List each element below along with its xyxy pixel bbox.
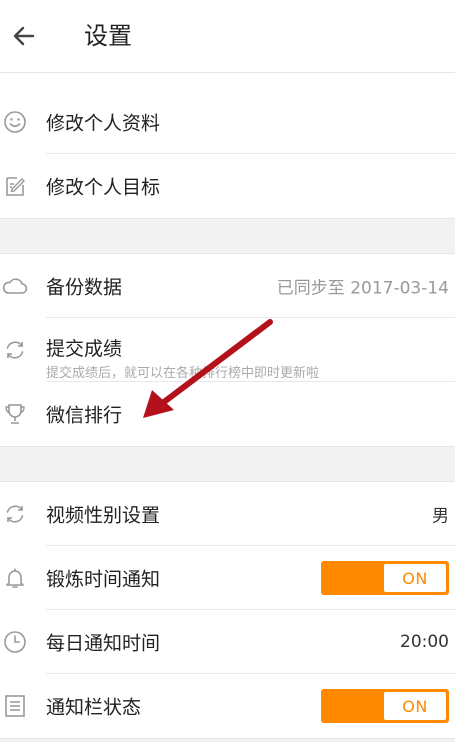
smiley-face-icon	[2, 109, 28, 135]
submit-score-label: 提交成绩	[46, 338, 123, 360]
edit-profile-label: 修改个人资料	[46, 112, 161, 135]
edit-profile-row[interactable]: 修改个人资料	[0, 90, 455, 154]
notification-bar-row: 通知栏状态 ON	[0, 674, 455, 738]
workout-notify-row: 锻炼时间通知 ON	[0, 546, 455, 610]
notification-bar-toggle[interactable]: ON	[321, 689, 449, 723]
edit-goal-label: 修改个人目标	[46, 176, 161, 199]
toggle-state-label: ON	[384, 692, 446, 720]
edit-goal-row[interactable]: 修改个人目标	[0, 154, 455, 218]
clock-icon	[2, 629, 28, 655]
top-spacer	[0, 73, 455, 90]
submit-score-hint: 提交成绩后，就可以在各种排行榜中即时更新啦	[46, 366, 320, 381]
sync-icon	[2, 337, 28, 363]
cloud-icon	[2, 273, 28, 299]
list-icon	[2, 693, 28, 719]
data-section: 备份数据 已同步至 2017-03-14 提交成绩 提交成绩后，就可以在各种排行…	[0, 254, 455, 446]
workout-notify-label: 锻炼时间通知	[46, 568, 161, 591]
wechat-ranking-label: 微信排行	[46, 404, 123, 427]
sync-status-text: 已同步至 2017-03-14	[276, 278, 449, 299]
workout-notify-toggle[interactable]: ON	[321, 561, 449, 595]
bottom-divider	[0, 738, 455, 742]
app-header: 设置	[0, 0, 455, 73]
section-divider	[0, 218, 455, 254]
toggle-state-label: ON	[384, 564, 446, 592]
arrow-left-icon	[13, 26, 35, 46]
submit-score-row[interactable]: 提交成绩 提交成绩后，就可以在各种排行榜中即时更新啦	[0, 318, 455, 382]
daily-notify-time-label: 每日通知时间	[46, 632, 161, 655]
sync-icon	[2, 501, 28, 527]
gender-value: 男	[432, 506, 449, 527]
section-divider	[0, 446, 455, 482]
notification-bar-label: 通知栏状态	[46, 696, 142, 719]
video-gender-label: 视频性别设置	[46, 504, 161, 527]
bell-icon	[2, 565, 28, 591]
backup-data-row[interactable]: 备份数据 已同步至 2017-03-14	[0, 254, 455, 318]
backup-data-label: 备份数据	[46, 276, 123, 299]
page-title: 设置	[84, 22, 132, 50]
daily-notify-time-row[interactable]: 每日通知时间 20:00	[0, 610, 455, 674]
profile-section: 修改个人资料 修改个人目标	[0, 90, 455, 218]
notification-section: 视频性别设置 男 锻炼时间通知 ON 每日通知时间 20:00 通知栏状态 ON	[0, 482, 455, 738]
video-gender-row[interactable]: 视频性别设置 男	[0, 482, 455, 546]
notify-time-value: 20:00	[400, 632, 449, 652]
trophy-icon	[2, 401, 28, 427]
wechat-ranking-row[interactable]: 微信排行	[0, 382, 455, 446]
back-button[interactable]	[6, 18, 42, 54]
edit-note-icon	[2, 173, 28, 199]
